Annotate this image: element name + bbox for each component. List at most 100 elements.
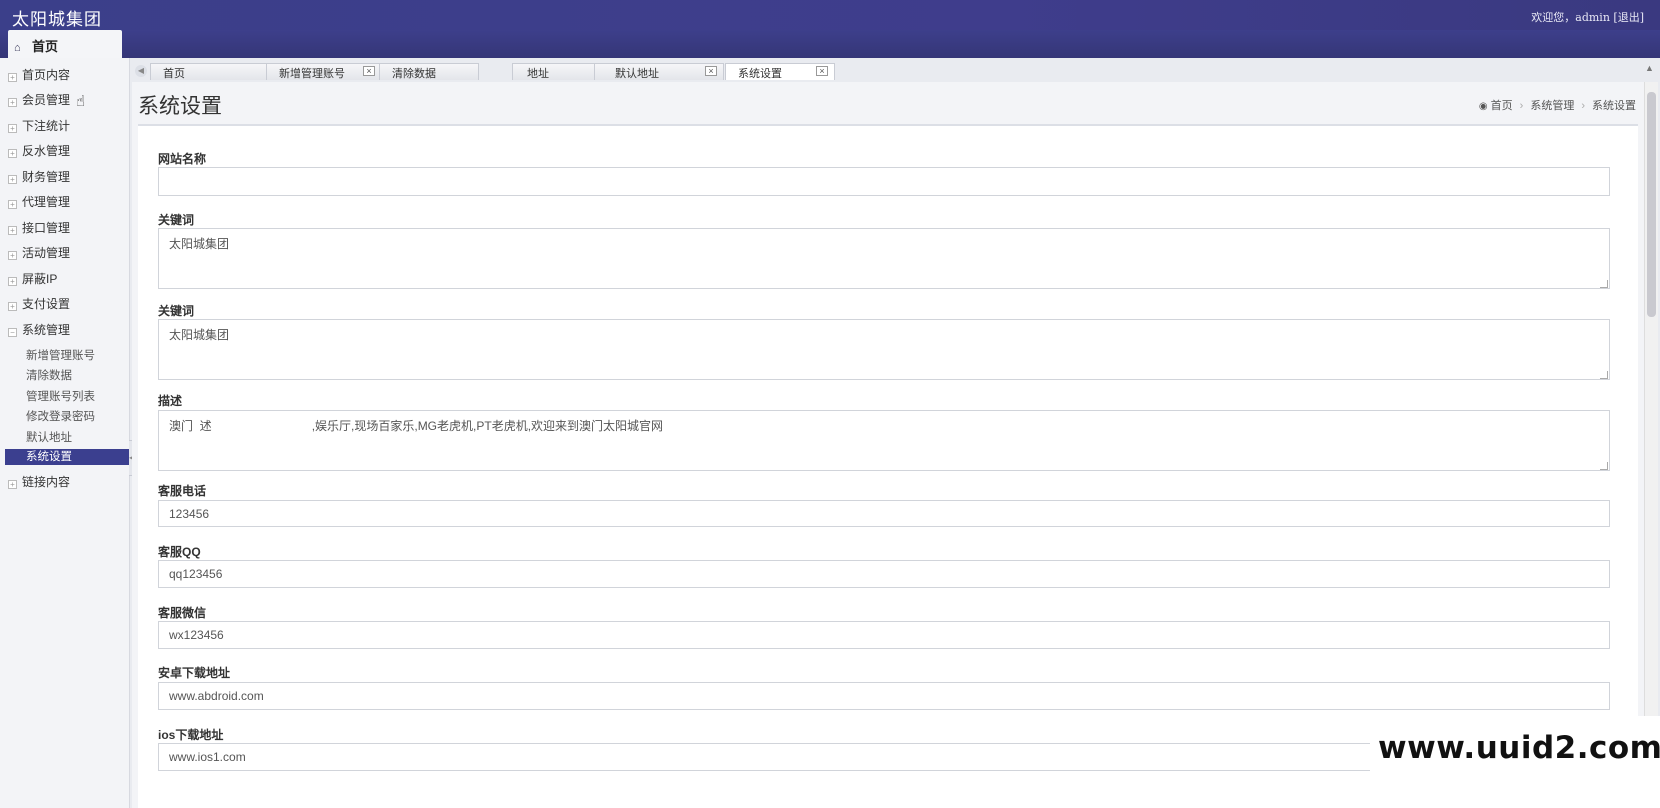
breadcrumb-separator: › [1519, 100, 1524, 112]
sidebar-subitem-default-address[interactable]: 默认地址 [26, 429, 126, 447]
resize-grip-icon[interactable] [1600, 371, 1608, 379]
sidebar-subitem-system-settings[interactable]: 系统设置 [5, 449, 129, 465]
sidebar-item-label: 会员管理 [22, 93, 71, 107]
sidebar-item-label: 链接内容 [22, 475, 71, 489]
service-phone-label: 客服电话 [158, 484, 207, 498]
description-label: 描述 [158, 394, 183, 408]
sidebar-item-label: 财务管理 [22, 170, 71, 184]
tab-label: 地址 [527, 68, 549, 80]
collapse-icon: − [8, 328, 17, 337]
service-wechat-input[interactable] [158, 621, 1610, 649]
sidebar-item-label: 首页内容 [22, 68, 71, 82]
breadcrumb: ◉ 首页 › 系统管理 › 系统设置 [1479, 97, 1636, 113]
expand-icon: + [8, 277, 17, 286]
tab-scroll-left-icon[interactable]: ◀ [135, 65, 147, 77]
service-qq-label: 客服QQ [158, 545, 201, 559]
page-title: 系统设置 [138, 94, 222, 118]
android-url-input[interactable] [158, 682, 1610, 710]
sidebar-item-bet-stats[interactable]: + 下注统计 [0, 117, 130, 139]
sidebar-item-payment[interactable]: + 支付设置 [0, 295, 130, 317]
sidebar-item-rebate[interactable]: + 反水管理 [0, 142, 130, 164]
watermark: www.uuid2.com [1370, 716, 1660, 808]
scrollbar-thumb[interactable] [1647, 92, 1656, 317]
sidebar-subitem-admin-list[interactable]: 管理账号列表 [26, 388, 126, 406]
keywords-textarea-2[interactable]: 太阳城集团 [158, 319, 1610, 380]
settings-form: 网站名称 关键词 太阳城集团 关键词 太阳城集团 描述 澳门 述 ,娱乐厅,现场… [138, 124, 1638, 808]
expand-icon: + [8, 480, 17, 489]
sidebar-item-label: 下注统计 [22, 119, 71, 133]
home-icon: ⌂ [14, 42, 21, 54]
tab-label: 新增管理账号 [279, 68, 345, 80]
tab-system-settings[interactable]: 系统设置 × [725, 63, 835, 80]
sidebar-item-label: 反水管理 [22, 144, 71, 158]
sidebar-item-agents[interactable]: + 代理管理 [0, 193, 130, 215]
tab-label: 清除数据 [392, 68, 436, 80]
sidebar-item-label: 支付设置 [22, 297, 71, 311]
sidebar-item-api[interactable]: + 接口管理 [0, 219, 130, 241]
sidebar-item-label: 接口管理 [22, 221, 71, 235]
tab-label: 系统设置 [738, 68, 782, 80]
user-info: 欢迎您，admin [退出] [1531, 9, 1644, 25]
close-icon[interactable]: × [705, 66, 717, 76]
site-name-label: 网站名称 [158, 152, 207, 166]
expand-icon: + [8, 226, 17, 235]
service-wechat-label: 客服微信 [158, 606, 207, 620]
welcome-text: 欢迎您，admin [1531, 11, 1610, 24]
tab-address[interactable]: 地址 [512, 63, 602, 80]
brand-title: 太阳城集团 [12, 10, 102, 29]
expand-icon: + [8, 175, 17, 184]
description-textarea[interactable]: 澳门 述 ,娱乐厅,现场百家乐,MG老虎机,PT老虎机,欢迎来到澳门太阳城官网 [158, 410, 1610, 471]
breadcrumb-home[interactable]: 首页 [1491, 100, 1513, 112]
sidebar-item-finance[interactable]: + 财务管理 [0, 168, 130, 190]
service-qq-input[interactable] [158, 560, 1610, 588]
main-nav-bar: ⌂ 首页 [0, 30, 1660, 60]
sidebar-subitem-add-admin[interactable]: 新增管理账号 [26, 347, 126, 365]
close-icon[interactable]: × [363, 66, 375, 76]
close-icon[interactable]: × [816, 66, 828, 76]
watermark-text: www.uuid2.com [1378, 730, 1660, 766]
tab-label: 首页 [163, 68, 185, 80]
tab-add-admin[interactable]: 新增管理账号 × [266, 63, 384, 80]
breadcrumb-system[interactable]: 系统管理 [1530, 100, 1574, 112]
top-header-bar: 太阳城集团 欢迎您，admin [退出] [0, 0, 1660, 30]
main-content: 系统设置 ◉ 首页 › 系统管理 › 系统设置 网站名称 关键词 太阳城集团 关键词 太阳… [132, 82, 1644, 808]
keywords-label: 关键词 [158, 213, 195, 227]
sidebar-item-label: 代理管理 [22, 195, 71, 209]
sidebar-subitem-change-password[interactable]: 修改登录密码 [26, 408, 126, 426]
dashboard-icon: ◉ [1478, 101, 1488, 112]
expand-icon: + [8, 124, 17, 133]
service-phone-input[interactable] [158, 500, 1610, 527]
sidebar-subitem-clear-data[interactable]: 清除数据 [26, 367, 126, 385]
sidebar-item-home-content[interactable]: + 首页内容 [0, 66, 130, 88]
sidebar-item-label: 屏蔽IP [22, 272, 58, 286]
resize-grip-icon[interactable] [1600, 280, 1608, 288]
expand-icon: + [8, 149, 17, 158]
tab-default-address[interactable]: 默认地址 × [594, 63, 724, 80]
expand-icon: + [8, 73, 17, 82]
sidebar-item-activities[interactable]: + 活动管理 [0, 244, 130, 266]
tab-home[interactable]: 首页 [150, 63, 268, 80]
home-nav-tab[interactable]: ⌂ 首页 [8, 30, 122, 60]
site-name-input[interactable] [158, 167, 1610, 196]
expand-icon: + [8, 251, 17, 260]
sidebar-item-label: 系统管理 [22, 323, 71, 337]
tab-label: 默认地址 [615, 68, 659, 80]
expand-icon: + [8, 98, 17, 107]
hand-cursor-icon: ☝ [76, 93, 86, 110]
keywords-label-2: 关键词 [158, 304, 195, 318]
breadcrumb-separator: › [1581, 100, 1585, 112]
scroll-up-icon[interactable]: ▲ [1645, 63, 1657, 77]
resize-grip-icon[interactable] [1600, 462, 1608, 470]
tab-clear-data[interactable]: 清除数据 [379, 63, 479, 80]
breadcrumb-current: 系统设置 [1592, 100, 1636, 112]
sidebar-item-block-ip[interactable]: + 屏蔽IP [0, 270, 130, 292]
sidebar-item-links[interactable]: + 链接内容 [0, 473, 130, 495]
sidebar: + 首页内容 + 会员管理 + 下注统计 + 反水管理 + 财务管理 + 代理管理 + 接口管… [0, 58, 130, 808]
sidebar-item-members[interactable]: + 会员管理 [0, 91, 130, 113]
keywords-textarea[interactable]: 太阳城集团 [158, 228, 1610, 289]
page-scrollbar[interactable] [1644, 82, 1658, 808]
logout-link[interactable]: [退出] [1613, 11, 1644, 24]
expand-icon: + [8, 200, 17, 209]
ios-url-label: ios下载地址 [158, 728, 224, 742]
sidebar-item-system[interactable]: − 系统管理 [0, 321, 130, 343]
